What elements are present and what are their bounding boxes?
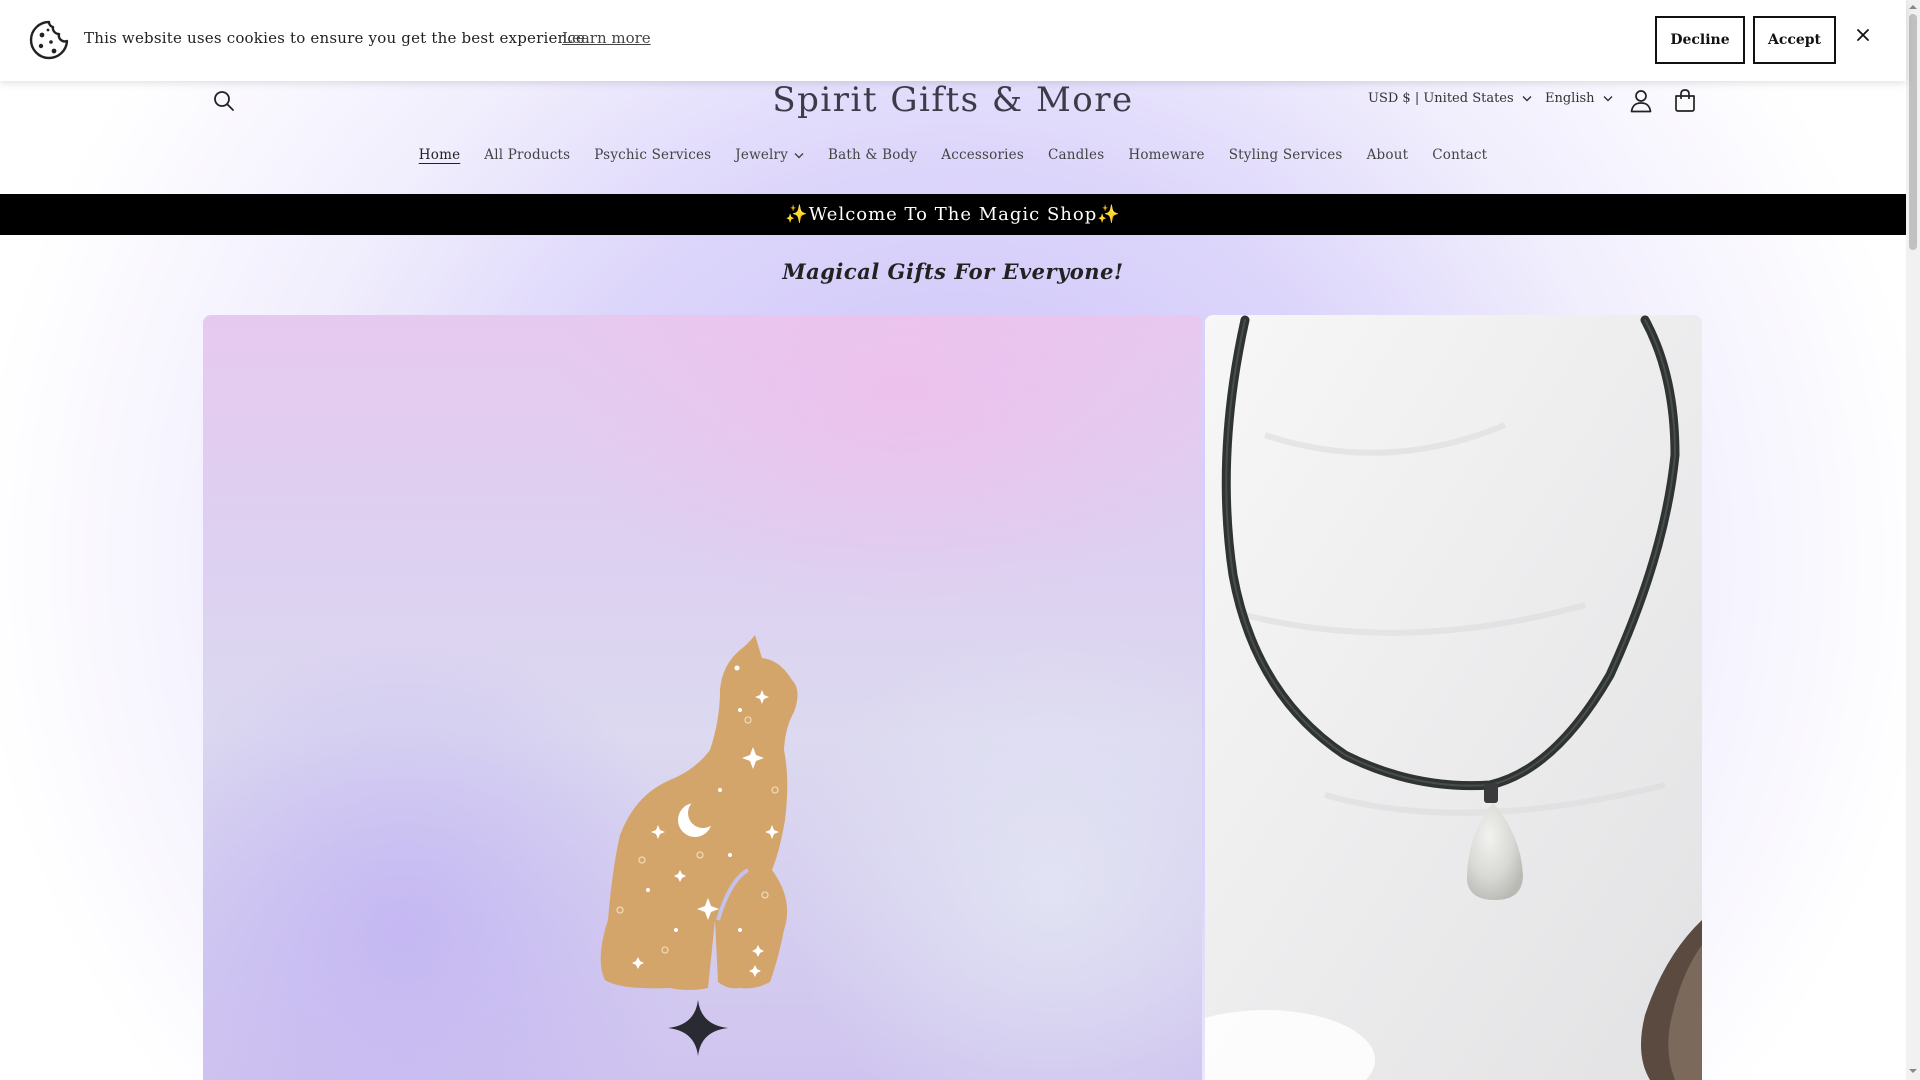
chevron-down-icon bbox=[1603, 96, 1613, 102]
nav-item-label: Jewelry bbox=[735, 147, 789, 163]
nav-item-psychic-services[interactable]: Psychic Services bbox=[582, 147, 723, 163]
nav-item-label: Accessories bbox=[941, 147, 1024, 163]
nav-item-label: Bath & Body bbox=[828, 147, 918, 163]
nav-item-jewelry[interactable]: Jewelry bbox=[723, 147, 816, 163]
cookie-icon bbox=[29, 20, 69, 60]
nav-item-label: Contact bbox=[1432, 147, 1488, 163]
nav-item-about[interactable]: About bbox=[1355, 147, 1421, 163]
currency-selector[interactable]: USD $ | United States bbox=[1368, 91, 1532, 106]
nav-item-label: Home bbox=[418, 147, 461, 163]
nav-item-label: Candles bbox=[1047, 147, 1105, 163]
language-label: English bbox=[1545, 91, 1595, 106]
announcement-bar: ✨Welcome To The Magic Shop✨ bbox=[0, 194, 1906, 235]
bag-icon[interactable] bbox=[1673, 88, 1697, 113]
hero-image-cat[interactable] bbox=[203, 315, 1202, 1080]
announcement-text: ✨Welcome To The Magic Shop✨ bbox=[785, 204, 1121, 225]
scroll-up-icon[interactable] bbox=[1909, 3, 1917, 11]
quartz-pendant-necklace-photo bbox=[1205, 315, 1702, 1080]
accept-button[interactable]: Accept bbox=[1753, 16, 1836, 64]
nav-item-label: About bbox=[1366, 147, 1409, 163]
close-icon[interactable] bbox=[1856, 28, 1870, 42]
nav-item-accessories[interactable]: Accessories bbox=[929, 147, 1036, 163]
scroll-thumb[interactable] bbox=[1909, 14, 1917, 250]
language-selector[interactable]: English bbox=[1545, 91, 1613, 106]
chevron-down-icon bbox=[1522, 96, 1532, 102]
nav-item-home[interactable]: Home bbox=[407, 147, 473, 163]
celestial-cat-illustration bbox=[600, 635, 798, 1056]
hero-image-necklace[interactable] bbox=[1205, 315, 1702, 1080]
nav-item-all-products[interactable]: All Products bbox=[472, 147, 582, 163]
nav-item-styling-services[interactable]: Styling Services bbox=[1217, 147, 1355, 163]
chevron-down-icon bbox=[794, 152, 804, 158]
page-scrollbar[interactable] bbox=[1906, 0, 1920, 1080]
nav-item-homeware[interactable]: Homeware bbox=[1116, 147, 1216, 163]
scroll-down-icon[interactable] bbox=[1909, 1067, 1917, 1075]
nav-item-label: Styling Services bbox=[1228, 147, 1343, 163]
learn-more-link[interactable]: Learn more bbox=[562, 29, 651, 47]
currency-label: USD $ | United States bbox=[1368, 91, 1514, 106]
nav-item-candles[interactable]: Candles bbox=[1036, 147, 1116, 163]
nav-item-label: All Products bbox=[484, 147, 571, 163]
nav-item-label: Psychic Services bbox=[594, 147, 712, 163]
tagline-heading: Magical Gifts For Everyone! bbox=[782, 259, 1124, 284]
user-icon[interactable] bbox=[1630, 89, 1652, 113]
nav-item-bath-body[interactable]: Bath & Body bbox=[816, 147, 929, 163]
nav-item-contact[interactable]: Contact bbox=[1420, 147, 1499, 163]
cookie-message: This website uses cookies to ensure you … bbox=[84, 29, 591, 47]
decline-button[interactable]: Decline bbox=[1655, 16, 1745, 64]
cookie-banner: This website uses cookies to ensure you … bbox=[0, 0, 1906, 81]
nav-item-label: Homeware bbox=[1128, 147, 1205, 163]
main-nav: Home All Products Psychic Services Jewel… bbox=[0, 147, 1906, 163]
site-title[interactable]: Spirit Gifts & More bbox=[0, 80, 1906, 120]
